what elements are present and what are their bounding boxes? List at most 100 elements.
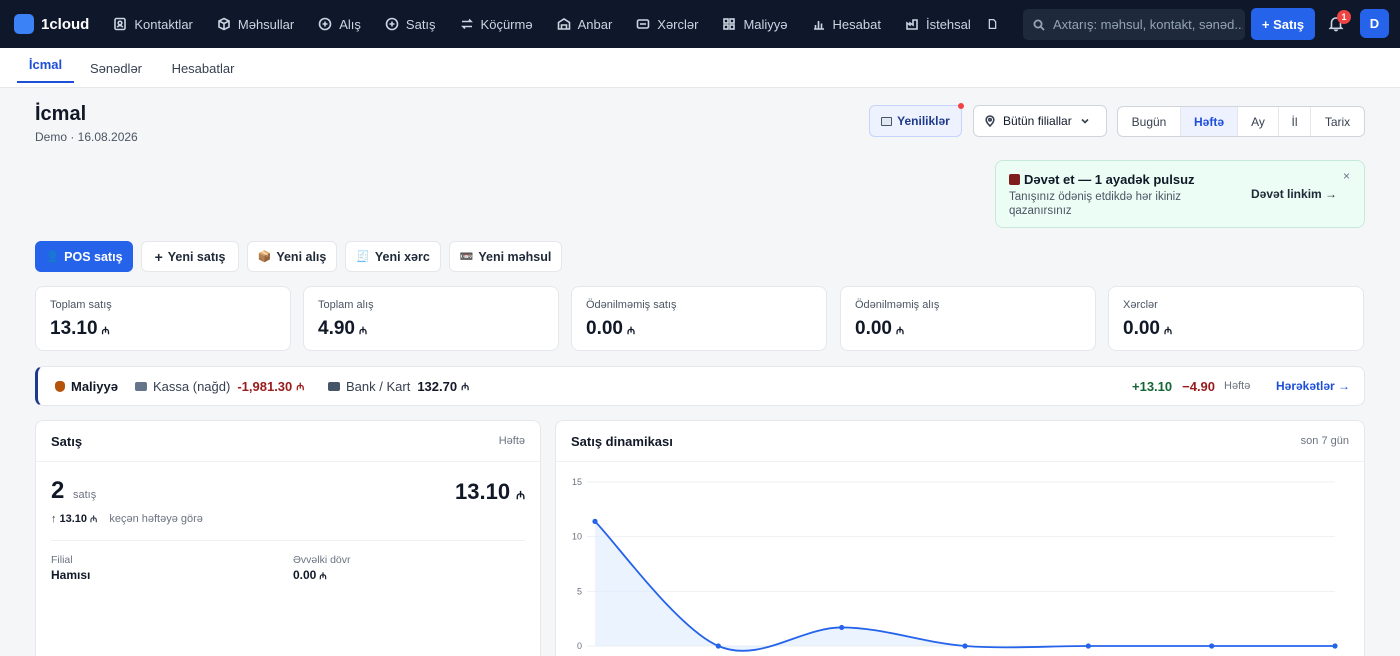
user-avatar[interactable]: D [1360,9,1389,38]
news-button[interactable]: Yeniliklər [869,105,962,137]
bank-balance[interactable]: Bank / Kart 132.70 ₼ [328,367,469,405]
plus-circle-icon [318,17,332,31]
sales-dynamics-chart: 0 5 10 15 [572,477,1338,652]
period-tarix[interactable]: Tarix [1311,107,1364,136]
chevron-down-icon [1081,118,1089,124]
new-product-button[interactable]: 📼 Yeni məhsul [449,241,562,272]
period-flows: +13.10 −4.90 Həftə [1132,367,1250,405]
search-input[interactable] [1053,17,1243,32]
pos-sale-button[interactable]: 👤 POS satış [35,241,133,272]
finance-summary-bar: Maliyyə Kassa (nağd) -1,981.30 ₼ Bank / … [35,366,1365,406]
stat-value: 4.90 ₼ [318,318,368,339]
stat-label: Ödənilməmiş satış [586,299,677,311]
data-point [592,518,598,524]
delta-value: 13.10 [59,512,88,525]
nav-istehsal[interactable]: İstehsal [893,0,983,48]
stat-card-expenses[interactable]: Xərclər 0.00 ₼ [1108,286,1364,351]
divider [51,540,525,541]
sub-tabs: İcmal Sənədlər Hesabatlar [0,48,1400,88]
new-sale-action-button[interactable]: + Yeni satış [141,241,239,272]
nav-label: Hesabat [832,16,881,32]
stat-card-total-purchases[interactable]: Toplam alış 4.90 ₼ [303,286,559,351]
grid-icon [723,18,736,30]
panel-header: Satış dinamikası son 7 gün [556,421,1364,462]
data-point [1332,643,1338,649]
panel-range: son 7 gün [1300,435,1349,447]
notification-count-badge: 1 [1337,10,1351,24]
period-selector: Bugün Həftə Ay İl Tarix [1117,106,1365,137]
invite-link[interactable]: Dəvət linkim → [1251,187,1337,201]
nav-more-truncated[interactable] [983,0,1005,48]
sales-panel: Satış Həftə 2 satış 13.10 ₼ ↑ 13.10 ₼ keç… [35,420,541,656]
news-indicator-dot [958,103,964,109]
brand-name: 1cloud [41,15,90,33]
nav-satis[interactable]: Satış [373,0,448,48]
global-search[interactable] [1023,9,1245,40]
nav-label: Xərclər [657,16,699,32]
new-purchase-button[interactable]: 📦 Yeni alış [247,241,337,272]
nav-mehsullar[interactable]: Məhsullar [205,0,306,48]
nav-xercler[interactable]: Xərclər [624,0,710,48]
box-icon [218,17,230,31]
stat-card-unpaid-sales[interactable]: Ödənilməmiş satış 0.00 ₼ [571,286,827,351]
movements-link[interactable]: Hərəkətlər → [1276,367,1350,405]
nav-label: İstehsal [925,16,971,32]
cash-label: Kassa (nağd) [153,378,231,394]
data-point [1085,643,1091,649]
nav-label: Kontaktlar [134,16,193,32]
stat-card-unpaid-purchases[interactable]: Ödənilməmiş alış 0.00 ₼ [840,286,1096,351]
tab-icmal[interactable]: İcmal [17,48,74,83]
expense-value: −4.90 [1182,378,1216,394]
nav-maliyye[interactable]: Maliyyə [710,0,799,48]
nav-kocurme[interactable]: Köçürmə [448,0,545,48]
sales-total: 13.10 ₼ [455,479,525,504]
nav-alis[interactable]: Alış [306,0,373,48]
period-bugun[interactable]: Bugün [1118,107,1181,136]
search-icon [1033,19,1045,31]
period-ay[interactable]: Ay [1238,107,1279,136]
stat-label: Xərclər [1123,299,1158,311]
movements-link-text: Hərəkətlər → [1276,379,1351,393]
currency-icon: ₼ [90,514,98,524]
new-sale-button[interactable]: + Satış [1251,8,1315,40]
nav-kontaktlar[interactable]: Kontaktlar [101,0,205,48]
series-line [594,520,1335,652]
cash-balance[interactable]: Kassa (nağd) -1,981.30 ₼ [135,367,304,405]
brand[interactable]: 1cloud [14,14,89,34]
sales-delta: ↑ 13.10 ₼ keçən həftəyə görə [51,512,203,525]
tab-senedler[interactable]: Sənədlər [82,48,150,88]
nav-anbar[interactable]: Anbar [545,0,625,48]
stat-card-total-sales[interactable]: Toplam satış 13.10 ₼ [35,286,291,351]
period-il[interactable]: İl [1279,107,1311,136]
period-hefte[interactable]: Həftə [1181,107,1238,136]
prev-period-value: 0.00 ₼ [293,568,327,582]
data-point [715,643,721,649]
factory-icon [906,19,918,30]
panel-header: Satış Həftə [36,421,540,462]
finance-title: Maliyyə [55,367,118,405]
sales-dynamics-panel: Satış dinamikası son 7 gün 0 5 10 15 [555,420,1365,656]
branch-select[interactable]: Bütün filiallar [973,105,1107,137]
package-icon: 📦 [257,251,272,263]
nav-hesabat[interactable]: Hesabat [800,0,893,48]
currency-icon: ₼ [358,326,368,337]
bank-value: 132.70 [417,378,458,394]
location-pin-icon [985,115,995,127]
money-bag-icon [55,380,65,392]
qa-label: Yeni məhsul [478,249,552,264]
plus-icon: + [154,248,163,265]
branch-field-label: Filial [51,554,73,566]
warehouse-icon [557,18,570,30]
flows-period: Həftə [1224,380,1251,392]
currency-icon: ₼ [461,382,470,393]
currency-icon: ₼ [101,326,110,337]
page-title: İcmal [35,103,87,125]
tab-hesabatlar[interactable]: Hesabatlar [163,48,243,88]
bank-label: Bank / Kart [346,378,411,394]
transfer-icon [460,18,473,30]
y-tick-label: 10 [572,532,582,542]
close-icon[interactable]: × [1343,169,1350,183]
branch-field-value: Hamısı [51,568,91,582]
cash-icon [135,381,147,391]
new-expense-button[interactable]: 🧾 Yeni xərc [345,241,441,272]
